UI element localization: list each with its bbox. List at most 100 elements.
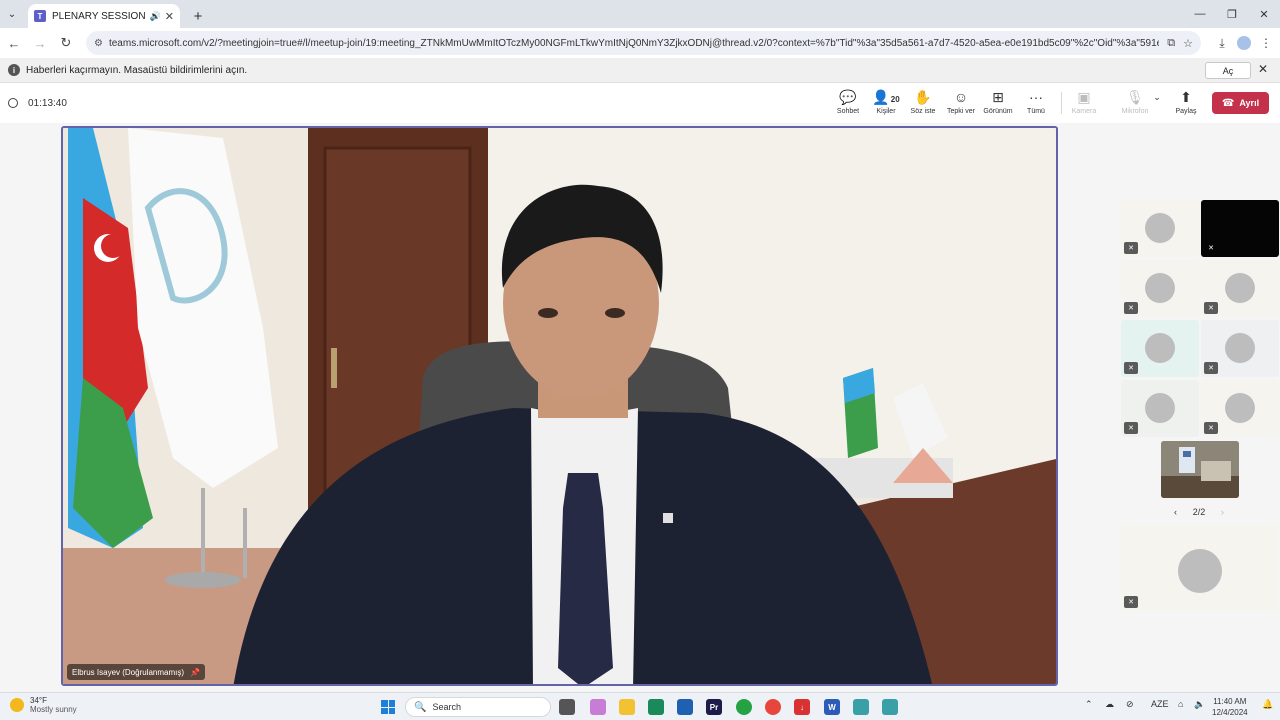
back-arrow-icon[interactable]: ← [2, 31, 26, 55]
main-video-stage[interactable]: Elbrus Isayev (Doğrulanmamış) 📌 [61, 126, 1058, 686]
store-icon[interactable] [677, 699, 693, 715]
meeting-control-bar: 01:13:40 💬 Sohbet 👤20 Kişiler ✋ Söz iste… [0, 83, 1280, 123]
notification-close-icon[interactable]: ✕ [1258, 62, 1268, 76]
gallery-next-chevron-icon[interactable]: › [1221, 507, 1224, 517]
notification-bell-icon[interactable]: 🔔 [1262, 699, 1273, 710]
address-bar[interactable]: ⚙ teams.microsoft.com/v2/?meetingjoin=tr… [86, 31, 1201, 55]
minimize-icon[interactable]: — [1184, 0, 1216, 28]
participant-tile[interactable]: ✕ [1121, 320, 1199, 377]
app-icon[interactable] [853, 699, 869, 715]
premiere-icon[interactable]: Pr [706, 699, 722, 715]
chat-label: Sohbet [836, 108, 860, 115]
teams-favicon-icon: T [34, 10, 46, 22]
search-icon: 🔍 [414, 701, 427, 713]
install-app-icon[interactable]: ⧉ [1167, 37, 1175, 50]
people-button[interactable]: 👤20 Kişiler [868, 89, 904, 119]
self-view-tile[interactable]: ✕ [1121, 525, 1278, 611]
tray-status-icon[interactable]: ⊘ [1126, 699, 1134, 710]
word-icon[interactable]: W [824, 699, 840, 715]
address-url: teams.microsoft.com/v2/?meetingjoin=true… [108, 37, 1160, 49]
participant-tile[interactable]: ✕ [1121, 200, 1199, 257]
weather-widget[interactable]: 34°F Mostly sunny [10, 696, 77, 714]
weather-desc: Mostly sunny [30, 705, 77, 714]
notification-banner: i Haberleri kaçırmayın. Masaüstü bildiri… [0, 58, 1280, 83]
tab-close-icon[interactable]: ✕ [165, 10, 174, 23]
edge-icon[interactable] [648, 699, 664, 715]
mic-muted-icon: ✕ [1204, 362, 1218, 374]
avatar-placeholder-icon [1145, 273, 1175, 303]
tab-title: PLENARY SESSION | Micros [52, 10, 146, 22]
chat-button[interactable]: 💬 Sohbet [830, 89, 866, 119]
system-clock[interactable]: 11:40 AM 12/4/2024 [1212, 696, 1248, 718]
tray-cloud-icon[interactable]: ☁ [1105, 699, 1114, 710]
gallery-prev-chevron-icon[interactable]: ‹ [1174, 507, 1177, 517]
taskbar-search[interactable]: 🔍 Search [405, 697, 551, 717]
hand-icon: ✋ [914, 89, 932, 105]
react-label: Tepki ver [946, 108, 975, 115]
app-icon[interactable] [882, 699, 898, 715]
phone-hangup-icon: ☎ [1221, 97, 1235, 109]
volume-icon[interactable]: 🔈 [1194, 699, 1205, 710]
camera-button[interactable]: ▣ Kamera [1066, 89, 1102, 119]
avatar-placeholder-icon [1225, 333, 1255, 363]
avatar-placeholder-icon [1145, 213, 1175, 243]
participant-tile[interactable]: ✕ [1201, 320, 1279, 377]
tray-chevron-up-icon[interactable]: ⌃ [1085, 699, 1093, 710]
mic-muted-icon: ✕ [1208, 245, 1214, 252]
new-tab-button[interactable]: + [186, 4, 210, 28]
file-explorer-icon[interactable] [619, 699, 635, 715]
mic-muted-icon: ✕ [1124, 362, 1138, 374]
raise-hand-button[interactable]: ✋ Söz iste [905, 89, 941, 119]
mic-button[interactable]: 🎙 Mikrofon [1117, 89, 1153, 119]
share-button[interactable]: ⬆ Paylaş [1168, 89, 1204, 119]
network-icon[interactable]: ⌂ [1178, 699, 1183, 709]
speaker-audio-icon[interactable]: 🔊 [150, 11, 161, 22]
participant-video-feed [1161, 441, 1239, 498]
tab-search-chevron-icon[interactable]: ⌄ [0, 0, 24, 28]
participant-video-tile[interactable] [1161, 441, 1239, 498]
clock-time: 11:40 AM [1213, 697, 1247, 706]
task-view-icon[interactable] [559, 699, 575, 715]
view-button[interactable]: ⊞ Görünüm [980, 89, 1016, 119]
chrome-icon[interactable] [765, 699, 781, 715]
mic-label: Mikrofon [1121, 108, 1149, 115]
site-info-icon[interactable]: ⚙ [94, 38, 103, 49]
profile-avatar[interactable] [1233, 32, 1255, 54]
participant-tile[interactable]: ✕ [1201, 260, 1279, 317]
browser-tab-strip: ⌄ T PLENARY SESSION | Micros 🔊 ✕ + — ❐ ✕ [0, 0, 1280, 28]
notification-open-button[interactable]: Aç [1205, 62, 1251, 79]
chat-bubble-icon: 💬 [839, 89, 857, 105]
mic-muted-icon: ✕ [1124, 596, 1138, 608]
participant-tile[interactable]: ✕ [1121, 380, 1199, 437]
react-button[interactable]: ☺ Tepki ver [943, 89, 979, 119]
share-screen-icon: ⬆ [1180, 89, 1192, 105]
forward-arrow-icon[interactable]: → [28, 31, 52, 55]
avatar-placeholder-icon [1145, 393, 1175, 423]
sun-icon [10, 698, 24, 712]
people-count: 20 [890, 95, 900, 104]
avatar-placeholder-icon [1225, 273, 1255, 303]
browser-tab-teams[interactable]: T PLENARY SESSION | Micros 🔊 ✕ [28, 4, 180, 28]
gallery-pager: ‹ 2/2 › [1174, 505, 1224, 519]
window-close-icon[interactable]: ✕ [1248, 0, 1280, 28]
restore-icon[interactable]: ❐ [1216, 0, 1248, 28]
avatar-placeholder-icon [1225, 393, 1255, 423]
windows-start-icon[interactable] [381, 700, 395, 714]
bookmark-star-icon[interactable]: ☆ [1183, 37, 1193, 50]
download-icon[interactable]: ⤓ [1211, 32, 1233, 54]
whatsapp-icon[interactable] [736, 699, 752, 715]
participant-tile[interactable]: ✕ [1201, 380, 1279, 437]
downloader-icon[interactable]: ↓ [794, 699, 810, 715]
mic-options-chevron[interactable]: ⌄ [1150, 89, 1164, 119]
participant-tile[interactable]: ✕ [1201, 200, 1279, 257]
browser-menu-icon[interactable]: ⋮ [1255, 32, 1277, 54]
pin-icon[interactable]: 📌 [190, 668, 200, 677]
participant-tile[interactable]: ✕ [1121, 260, 1199, 317]
copilot-icon[interactable] [590, 699, 606, 715]
input-language[interactable]: AZE [1151, 699, 1169, 709]
browser-toolbar: ← → ↻ ⚙ teams.microsoft.com/v2/?meetingj… [0, 28, 1280, 58]
leave-button[interactable]: ☎ Ayrıl [1212, 92, 1269, 114]
reload-icon[interactable]: ↻ [54, 31, 78, 55]
more-button[interactable]: ··· Tümü [1018, 89, 1054, 119]
share-label: Paylaş [1175, 108, 1197, 115]
